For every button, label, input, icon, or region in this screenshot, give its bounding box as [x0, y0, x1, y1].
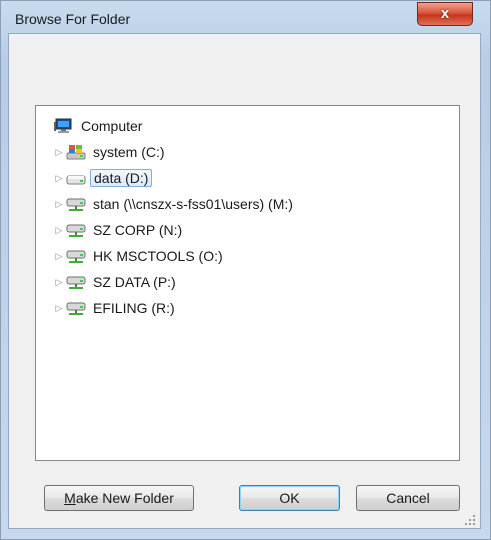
network-drive-icon [66, 274, 86, 290]
system-drive-icon [66, 144, 86, 160]
tree-node-label: system (C:) [93, 144, 165, 161]
tree-node-label: SZ CORP (N:) [93, 222, 183, 239]
computer-icon [54, 118, 74, 134]
tree-node-label: stan (\\cnszx-s-fss01\users) (M:) [93, 196, 293, 213]
close-icon: x [440, 5, 450, 22]
tree-node-computer[interactable]: Computer [52, 114, 145, 136]
button-label: ake New Folder [75, 490, 174, 506]
browse-for-folder-dialog: Browse For Folder x Computer ▷ system (C… [0, 0, 491, 540]
tree-node-label: Computer [81, 118, 143, 135]
network-drive-icon [66, 222, 86, 238]
tree-node-hk-msctools-o[interactable]: ▷ HK MSCTOOLS (O:) [54, 244, 226, 266]
button-label: OK [279, 490, 300, 506]
tree-node-efiling-r[interactable]: ▷ EFILING (R:) [54, 296, 178, 318]
expand-arrow-icon[interactable]: ▷ [54, 141, 64, 163]
expand-arrow-icon[interactable]: ▷ [54, 271, 64, 293]
resize-grip-icon[interactable] [463, 513, 477, 527]
title-bar[interactable]: Browse For Folder x [1, 1, 490, 31]
network-drive-icon [66, 196, 86, 212]
make-new-folder-button[interactable]: Make New Folder [44, 485, 194, 511]
tree-node-system-c[interactable]: ▷ system (C:) [54, 140, 168, 162]
tree-node-data-d[interactable]: ▷ data (D:) [54, 166, 153, 189]
dialog-title: Browse For Folder [15, 11, 131, 27]
tree-node-label: EFILING (R:) [93, 300, 175, 317]
ok-button[interactable]: OK [239, 485, 340, 511]
tree-node-label: HK MSCTOOLS (O:) [93, 248, 223, 265]
tree-node-stan-m[interactable]: ▷ stan (\\cnszx-s-fss01\users) (M:) [54, 192, 296, 214]
folder-tree[interactable]: Computer ▷ system (C:) ▷ data (D:) ▷ sta… [35, 105, 460, 461]
button-label: Cancel [386, 490, 430, 506]
expand-arrow-icon[interactable]: ▷ [54, 167, 64, 189]
network-drive-icon [66, 300, 86, 316]
tree-node-label: SZ DATA (P:) [93, 274, 176, 291]
tree-node-label: data (D:) [90, 169, 153, 188]
close-button[interactable]: x [417, 2, 473, 26]
expand-arrow-icon[interactable]: ▷ [54, 193, 64, 215]
tree-node-sz-corp-n[interactable]: ▷ SZ CORP (N:) [54, 218, 185, 240]
cancel-button[interactable]: Cancel [356, 485, 460, 511]
tree-node-sz-data-p[interactable]: ▷ SZ DATA (P:) [54, 270, 179, 292]
expand-arrow-icon[interactable]: ▷ [54, 297, 64, 319]
local-drive-icon [66, 170, 86, 186]
hotkey-letter: M [64, 490, 76, 506]
expand-arrow-icon[interactable]: ▷ [54, 219, 64, 241]
network-drive-icon [66, 248, 86, 264]
expand-arrow-icon[interactable]: ▷ [54, 245, 64, 267]
